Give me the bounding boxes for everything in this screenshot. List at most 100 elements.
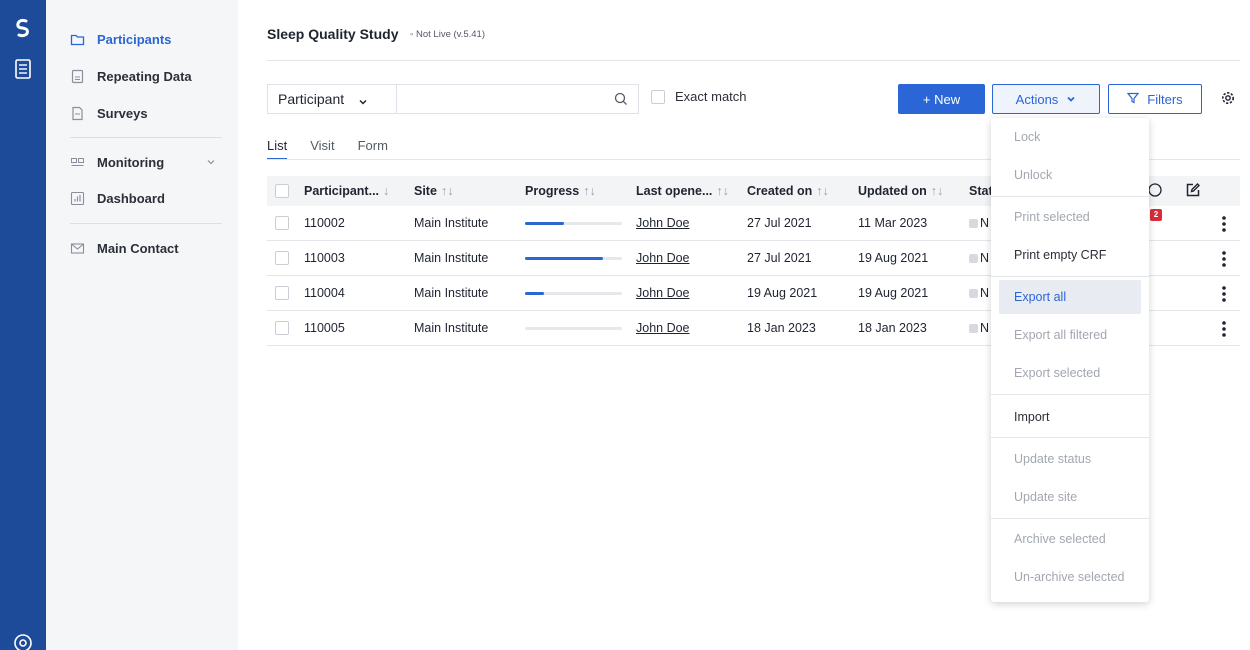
- actions-button-label: Actions: [1015, 91, 1059, 107]
- view-tabs: List Visit Form: [267, 138, 411, 160]
- more-options-icon[interactable]: [1221, 285, 1227, 303]
- column-header-participant[interactable]: Participant... ↓: [304, 184, 389, 198]
- created-date: 27 Jul 2021: [747, 216, 812, 230]
- sort-icon: ↑↓: [716, 184, 729, 198]
- sidebar-item-participants[interactable]: Participants: [70, 26, 171, 52]
- sort-icon: ↑↓: [930, 184, 944, 198]
- sort-icon: ↑↓: [583, 184, 596, 198]
- participant-id: 110003: [304, 251, 345, 265]
- chevron-down-icon: [358, 94, 368, 105]
- column-header-label: Site: [414, 184, 437, 198]
- site-cell: Main Institute: [414, 216, 489, 230]
- column-header-updated-on[interactable]: Updated on ↑↓: [858, 184, 943, 198]
- survey-icon: [70, 106, 85, 121]
- updated-date: 11 Mar 2023: [858, 216, 928, 230]
- sidebar-item-repeating-data[interactable]: Repeating Data: [70, 63, 192, 89]
- sort-icon: ↓: [383, 184, 390, 198]
- last-opened-link[interactable]: John Doe: [636, 286, 690, 300]
- document-icon: [70, 69, 85, 84]
- logo-icon[interactable]: [9, 14, 37, 42]
- gear-icon[interactable]: [1220, 90, 1236, 106]
- tab-list[interactable]: List: [267, 138, 288, 160]
- more-options-icon[interactable]: [1221, 250, 1227, 268]
- column-header-created-on[interactable]: Created on ↑↓: [747, 184, 829, 198]
- help-icon[interactable]: [12, 632, 34, 650]
- updated-date: 19 Aug 2021: [858, 286, 929, 300]
- column-header-last-opened[interactable]: Last opene... ↑↓: [636, 184, 729, 198]
- status-indicator: [969, 324, 978, 333]
- new-button-label: + New: [922, 91, 961, 107]
- row-checkbox[interactable]: [275, 286, 289, 300]
- sidebar-item-monitoring[interactable]: Monitoring: [70, 149, 220, 175]
- column-header-label: Last opene...: [636, 184, 713, 198]
- sidebar-item-label: Main Contact: [97, 240, 179, 256]
- last-opened-link[interactable]: John Doe: [636, 216, 690, 230]
- status-text: N: [980, 286, 990, 300]
- menu-item-import[interactable]: Import: [999, 400, 1141, 434]
- status-indicator: [969, 254, 978, 263]
- search-input[interactable]: [397, 85, 597, 113]
- more-options-icon[interactable]: [1221, 320, 1227, 338]
- edit-icon[interactable]: [1185, 182, 1201, 198]
- menu-item-unarchive-selected[interactable]: Un-archive selected: [999, 560, 1141, 594]
- filters-button-label: Filters: [1147, 91, 1183, 107]
- more-options-icon[interactable]: [1221, 215, 1227, 233]
- last-opened-link[interactable]: John Doe: [636, 251, 690, 265]
- menu-item-print-empty-crf[interactable]: Print empty CRF: [999, 238, 1141, 272]
- menu-item-print-selected[interactable]: Print selected: [999, 200, 1141, 234]
- progress-bar: [525, 292, 622, 295]
- site-cell: Main Institute: [414, 286, 489, 300]
- filters-button[interactable]: Filters: [1108, 84, 1202, 114]
- exact-match-label: Exact match: [675, 89, 747, 104]
- participant-id: 110002: [304, 216, 345, 230]
- column-header-status[interactable]: Stat: [969, 184, 993, 198]
- chevron-down-icon[interactable]: [206, 155, 216, 165]
- query-icon[interactable]: [1147, 182, 1163, 198]
- column-header-label: Progress: [525, 184, 580, 198]
- tab-form[interactable]: Form: [358, 138, 388, 160]
- column-header-progress[interactable]: Progress ↑↓: [525, 184, 596, 198]
- menu-item-export-all[interactable]: Export all: [999, 280, 1141, 314]
- last-opened-link[interactable]: John Doe: [636, 321, 690, 335]
- tab-visit[interactable]: Visit: [310, 138, 334, 160]
- menu-item-lock[interactable]: Lock: [999, 120, 1141, 154]
- list-icon[interactable]: [12, 58, 34, 80]
- app-rail: [0, 0, 46, 650]
- search-field-select-value: Participant: [278, 91, 345, 107]
- created-date: 18 Jan 2023: [747, 321, 816, 335]
- row-checkbox[interactable]: [275, 321, 289, 335]
- status-text: N: [980, 216, 990, 230]
- row-checkbox[interactable]: [275, 251, 289, 265]
- sidebar-item-surveys[interactable]: Surveys: [70, 100, 148, 126]
- sidebar: Participants Repeating Data Surveys Moni…: [46, 0, 238, 650]
- filter-icon: [1127, 92, 1140, 107]
- sidebar-item-label: Surveys: [97, 105, 148, 121]
- column-header-label: Participant...: [304, 184, 380, 198]
- progress-fill: [525, 292, 545, 295]
- sidebar-item-main-contact[interactable]: Main Contact: [70, 235, 179, 261]
- menu-item-export-all-filtered[interactable]: Export all filtered: [999, 318, 1141, 352]
- status-indicator: [969, 289, 978, 298]
- exact-match[interactable]: Exact match: [651, 89, 747, 104]
- menu-divider: [991, 518, 1149, 519]
- search-icon[interactable]: [614, 92, 628, 106]
- exact-match-checkbox[interactable]: [651, 89, 665, 104]
- sidebar-item-dashboard[interactable]: Dashboard: [70, 185, 165, 211]
- menu-item-export-selected[interactable]: Export selected: [999, 356, 1141, 390]
- menu-item-update-site[interactable]: Update site: [999, 480, 1141, 514]
- search-box: [396, 84, 639, 114]
- row-checkbox[interactable]: [275, 216, 289, 230]
- new-button[interactable]: + New: [898, 84, 985, 114]
- menu-item-unlock[interactable]: Unlock: [999, 158, 1141, 192]
- sidebar-divider: [70, 137, 222, 138]
- status-text: N: [980, 251, 990, 265]
- actions-button[interactable]: Actions: [992, 84, 1100, 114]
- select-all-checkbox[interactable]: [275, 184, 289, 198]
- sort-icon: ↑↓: [440, 184, 454, 198]
- column-header-site[interactable]: Site ↑↓: [414, 184, 453, 198]
- search-field-select[interactable]: Participant: [267, 84, 396, 114]
- sidebar-divider: [70, 223, 222, 224]
- menu-item-update-status[interactable]: Update status: [999, 442, 1141, 476]
- menu-item-archive-selected[interactable]: Archive selected: [999, 522, 1141, 556]
- column-header-label: Created on: [747, 184, 813, 198]
